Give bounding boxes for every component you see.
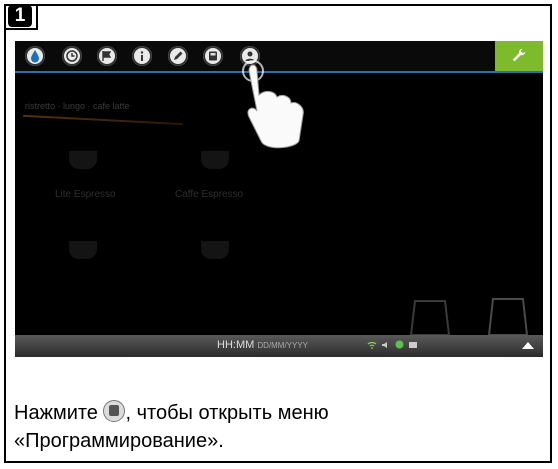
clock-icon[interactable] [62, 46, 82, 66]
programming-icon [103, 400, 126, 422]
status-bar: HH:MM DD/MM/YYYY [15, 335, 543, 357]
menu-underline [23, 114, 183, 126]
step-number-box: 1 [4, 4, 38, 30]
speaker-icon [382, 341, 387, 348]
water-drop-icon[interactable] [25, 46, 45, 66]
machine-screen: ristretto · lungo · cafe latte Lite Espr… [15, 41, 543, 357]
chevron-up-icon[interactable] [521, 340, 535, 350]
pencil-icon[interactable] [168, 46, 188, 66]
product-label: Caffe Espresso [175, 189, 244, 200]
wrench-icon[interactable] [495, 41, 543, 71]
screen-icon [409, 341, 417, 348]
flag-icon[interactable] [97, 46, 117, 66]
product-label: Lite Espresso [55, 189, 116, 200]
product-cup-icon [69, 151, 97, 169]
instruction-caption: Нажмите , чтобы открыть меню «Программир… [14, 399, 534, 455]
time-value: HH:MM [217, 339, 255, 351]
product-cup-icon [201, 241, 229, 259]
datetime-display: HH:MM DD/MM/YYYY [217, 339, 308, 351]
info-icon[interactable] [132, 46, 152, 66]
step-number: 1 [7, 5, 33, 27]
programming-icon[interactable] [203, 46, 223, 66]
product-cup-icon [69, 241, 97, 259]
date-value: DD/MM/YYYY [257, 341, 309, 350]
status-icons [367, 340, 418, 349]
jug-icon [409, 298, 529, 336]
background-menu-text: ristretto · lungo · cafe latte [25, 101, 130, 111]
status-dot-icon [395, 340, 404, 349]
pointing-hand-icon [242, 60, 304, 149]
wifi-icon [367, 341, 377, 349]
product-cup-icon [201, 151, 229, 169]
caption-text-before: Нажмите [14, 402, 104, 424]
